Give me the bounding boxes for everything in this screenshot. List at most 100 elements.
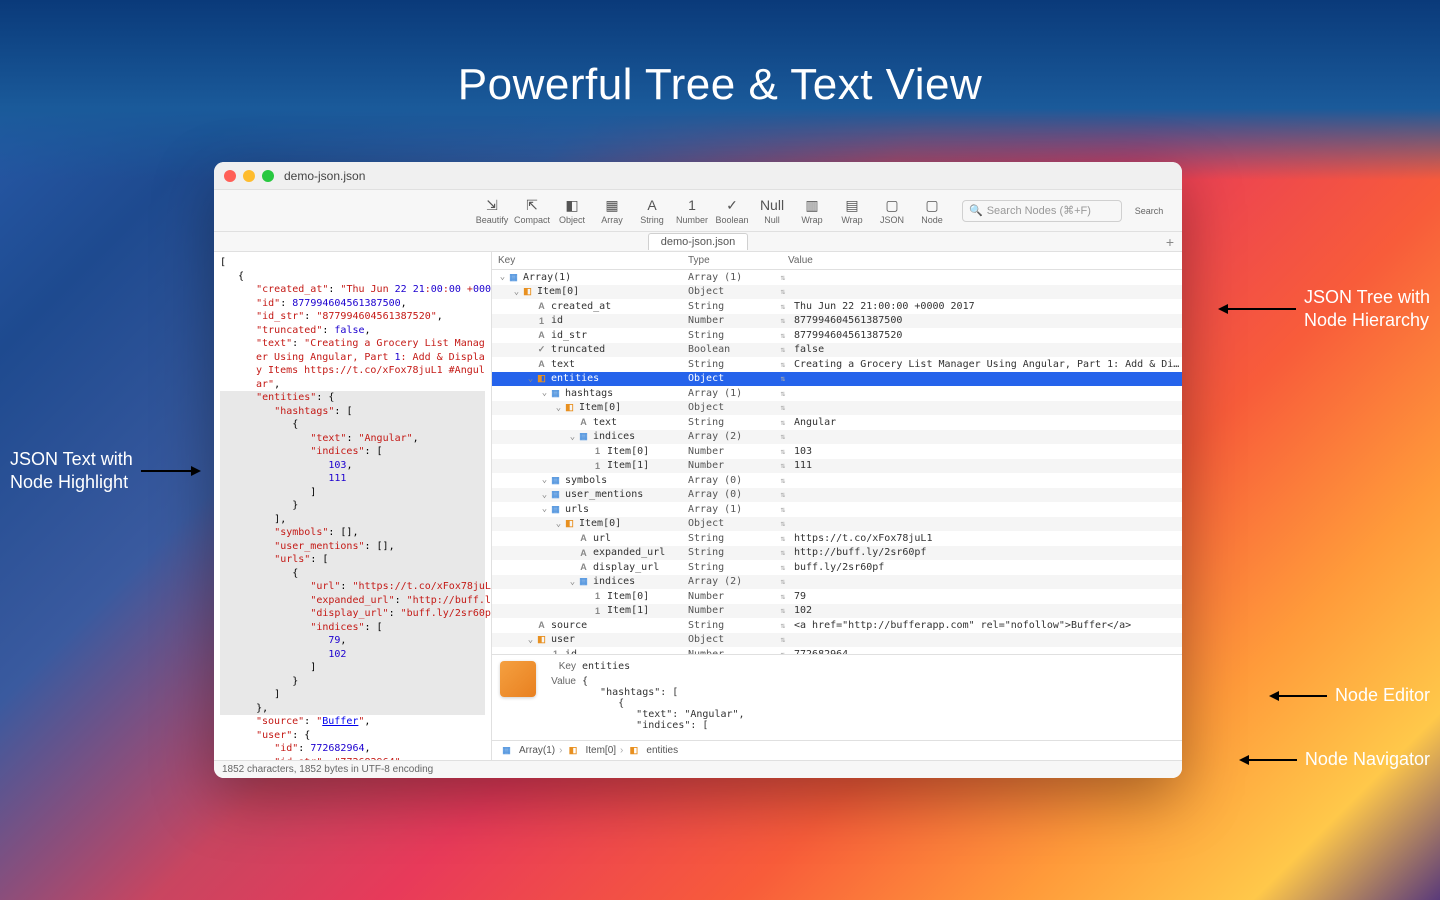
disclosure-icon[interactable]: ⌄ — [498, 272, 507, 282]
json-line[interactable]: "user_mentions": [], — [220, 540, 485, 554]
stepper-icon[interactable]: ⇅ — [778, 461, 788, 470]
editor-key-field[interactable]: entities — [582, 661, 1174, 672]
stepper-icon[interactable]: ⇅ — [778, 592, 788, 601]
stepper-icon[interactable]: ⇅ — [778, 316, 788, 325]
json-line[interactable]: ] — [220, 688, 485, 702]
disclosure-icon[interactable]: ⌄ — [568, 577, 577, 587]
tree-row[interactable]: 1 Item[0] Number ⇅ 79 — [492, 589, 1182, 604]
json-line[interactable]: "id": 772682964, — [220, 742, 485, 756]
tree-row[interactable]: 1 id Number ⇅ 877994604561387500 — [492, 314, 1182, 329]
disclosure-icon[interactable]: ⌄ — [540, 388, 549, 398]
json-line[interactable]: } — [220, 499, 485, 513]
disclosure-icon[interactable]: ⌄ — [512, 287, 521, 297]
json-line[interactable]: "urls": [ — [220, 553, 485, 567]
tree-row[interactable]: A expanded_url String ⇅ http://buff.ly/2… — [492, 546, 1182, 561]
json-text-pane[interactable]: [ { "created_at": "Thu Jun 22 21:00:00 +… — [214, 252, 492, 760]
zoom-icon[interactable] — [262, 170, 274, 182]
tree-row[interactable]: ⌄ ▦ hashtags Array (1) ⇅ — [492, 386, 1182, 401]
tree-row[interactable]: 1 Item[0] Number ⇅ 103 — [492, 444, 1182, 459]
json-line[interactable]: "entities": { — [220, 391, 485, 405]
stepper-icon[interactable]: ⇅ — [778, 331, 788, 340]
tree-row[interactable]: 1 Item[1] Number ⇅ 111 — [492, 459, 1182, 474]
json-line[interactable]: "symbols": [], — [220, 526, 485, 540]
json-line[interactable]: "hashtags": [ — [220, 405, 485, 419]
stepper-icon[interactable]: ⇅ — [778, 635, 788, 644]
stepper-icon[interactable]: ⇅ — [778, 563, 788, 572]
json-line[interactable]: "indices": [ — [220, 621, 485, 635]
toolbar-string[interactable]: AString — [632, 193, 672, 229]
tree-row[interactable]: ⌄ ◧ entities Object ⇅ — [492, 372, 1182, 387]
breadcrumb-item[interactable]: ◧Item[0] — [566, 745, 616, 757]
tree-row[interactable]: ⌄ ▦ indices Array (2) ⇅ — [492, 430, 1182, 445]
toolbar-beautify[interactable]: ⇲Beautify — [472, 193, 512, 229]
breadcrumb[interactable]: ▦Array(1)›◧Item[0]›◧entities — [492, 740, 1182, 760]
tree-row[interactable]: ⌄ ◧ Item[0] Object ⇅ — [492, 401, 1182, 416]
json-line[interactable]: "text": "Angular", — [220, 432, 485, 446]
toolbar-wrap[interactable]: ▤Wrap — [832, 193, 872, 229]
tree-row[interactable]: A created_at String ⇅ Thu Jun 22 21:00:0… — [492, 299, 1182, 314]
tree-row[interactable]: A id_str String ⇅ 877994604561387520 — [492, 328, 1182, 343]
editor-value-field[interactable]: { "hashtags": [ { "text": "Angular", "in… — [582, 676, 1174, 731]
toolbar-boolean[interactable]: ✓Boolean — [712, 193, 752, 229]
toolbar-node[interactable]: ▢Node — [912, 193, 952, 229]
tree-row[interactable]: 1 Item[1] Number ⇅ 102 — [492, 604, 1182, 619]
tree-row[interactable]: ✓ truncated Boolean ⇅ false — [492, 343, 1182, 358]
stepper-icon[interactable]: ⇅ — [778, 606, 788, 615]
tree-row[interactable]: ⌄ ▦ indices Array (2) ⇅ — [492, 575, 1182, 590]
json-line[interactable]: ], — [220, 513, 485, 527]
json-line[interactable]: } — [220, 675, 485, 689]
json-line[interactable]: "user": { — [220, 729, 485, 743]
json-line[interactable]: 111 — [220, 472, 485, 486]
json-line[interactable]: { — [220, 418, 485, 432]
stepper-icon[interactable]: ⇅ — [778, 548, 788, 557]
toolbar-compact[interactable]: ⇱Compact — [512, 193, 552, 229]
toolbar-wrap[interactable]: ▥Wrap — [792, 193, 832, 229]
json-line[interactable]: "text": "Creating a Grocery List Manager… — [220, 337, 485, 391]
tree-row[interactable]: A text String ⇅ Creating a Grocery List … — [492, 357, 1182, 372]
breadcrumb-item[interactable]: ◧entities — [627, 745, 678, 757]
stepper-icon[interactable]: ⇅ — [778, 273, 788, 282]
json-line[interactable]: "id_str": "877994604561387520", — [220, 310, 485, 324]
stepper-icon[interactable]: ⇅ — [778, 534, 788, 543]
stepper-icon[interactable]: ⇅ — [778, 447, 788, 456]
stepper-icon[interactable]: ⇅ — [778, 360, 788, 369]
search-button[interactable]: Search — [1124, 193, 1174, 229]
tree-row[interactable]: 1 id Number ⇅ 772682964 — [492, 647, 1182, 654]
disclosure-icon[interactable]: ⌄ — [540, 504, 549, 514]
disclosure-icon[interactable]: ⌄ — [568, 432, 577, 442]
toolbar-array[interactable]: ▦Array — [592, 193, 632, 229]
tree-row[interactable]: ⌄ ◧ Item[0] Object ⇅ — [492, 285, 1182, 300]
disclosure-icon[interactable]: ⌄ — [526, 374, 535, 384]
tree-row[interactable]: ⌄ ◧ user Object ⇅ — [492, 633, 1182, 648]
toolbar-number[interactable]: 1Number — [672, 193, 712, 229]
stepper-icon[interactable]: ⇅ — [778, 302, 788, 311]
json-line[interactable]: "url": "https://t.co/xFox78juL1", — [220, 580, 485, 594]
search-input[interactable]: 🔍 Search Nodes (⌘+F) — [962, 200, 1122, 222]
disclosure-icon[interactable]: ⌄ — [540, 490, 549, 500]
tree-row[interactable]: A display_url String ⇅ buff.ly/2sr60pf — [492, 560, 1182, 575]
stepper-icon[interactable]: ⇅ — [778, 287, 788, 296]
disclosure-icon[interactable]: ⌄ — [554, 403, 563, 413]
breadcrumb-item[interactable]: ▦Array(1) — [500, 745, 555, 757]
document-tab[interactable]: demo-json.json — [648, 233, 749, 250]
add-tab-button[interactable]: + — [1166, 234, 1174, 250]
stepper-icon[interactable]: ⇅ — [778, 519, 788, 528]
tree-row[interactable]: ⌄ ▦ urls Array (1) ⇅ — [492, 502, 1182, 517]
json-line[interactable]: "truncated": false, — [220, 324, 485, 338]
stepper-icon[interactable]: ⇅ — [778, 374, 788, 383]
json-line[interactable]: }, — [220, 702, 485, 716]
toolbar-null[interactable]: NullNull — [752, 193, 792, 229]
tree-row[interactable]: A text String ⇅ Angular — [492, 415, 1182, 430]
tree-row[interactable]: A url String ⇅ https://t.co/xFox78juL1 — [492, 531, 1182, 546]
json-line[interactable]: ] — [220, 661, 485, 675]
stepper-icon[interactable]: ⇅ — [778, 345, 788, 354]
json-line[interactable]: "source": "Buffer", — [220, 715, 485, 729]
json-line[interactable]: "expanded_url": "http://buff.ly/2sr60pf"… — [220, 594, 485, 608]
stepper-icon[interactable]: ⇅ — [778, 476, 788, 485]
json-line[interactable]: "indices": [ — [220, 445, 485, 459]
tree-row[interactable]: ⌄ ▦ user_mentions Array (0) ⇅ — [492, 488, 1182, 503]
json-line[interactable]: 103, — [220, 459, 485, 473]
stepper-icon[interactable]: ⇅ — [778, 621, 788, 630]
stepper-icon[interactable]: ⇅ — [778, 403, 788, 412]
stepper-icon[interactable]: ⇅ — [778, 418, 788, 427]
